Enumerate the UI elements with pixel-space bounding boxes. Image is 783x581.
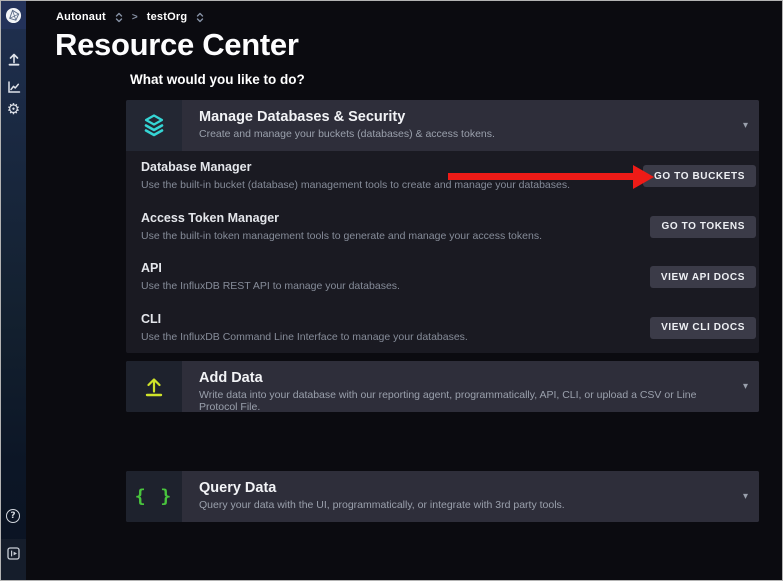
go-to-buckets-button[interactable]: GO TO BUCKETS [643, 165, 756, 187]
app-window: ⚙ ? Autonaut > testOrg R [0, 0, 783, 581]
panel-manage-icon-cell [126, 100, 182, 151]
influxdb-logo-icon [5, 7, 22, 24]
layers-icon [141, 113, 167, 138]
page-title: Resource Center [55, 27, 299, 63]
graph-icon [7, 80, 21, 94]
expand-sidebar-icon [7, 547, 20, 560]
panel-add-data-icon-cell [126, 361, 182, 412]
influxdb-logo[interactable] [1, 1, 26, 29]
upload-data-icon [143, 376, 165, 398]
sidebar-item-settings[interactable]: ⚙ [6, 102, 21, 117]
go-to-tokens-button[interactable]: GO TO TOKENS [650, 216, 756, 238]
breadcrumb: Autonaut > testOrg [56, 9, 204, 25]
panel-query-data[interactable]: { } Query Data Query your data with the … [126, 471, 759, 522]
help-icon: ? [10, 511, 15, 521]
breadcrumb-separator: > [132, 12, 138, 23]
sidebar: ⚙ ? [1, 1, 26, 580]
row-access-token-manager: Access Token Manager Use the built-in to… [126, 202, 759, 253]
expand-sidebar-button[interactable] [7, 547, 20, 560]
view-cli-docs-button[interactable]: VIEW CLI DOCS [650, 317, 756, 339]
gear-icon: ⚙ [7, 102, 20, 117]
braces-icon: { } [135, 486, 174, 507]
panel-title: Manage Databases & Security [199, 109, 729, 125]
sidebar-item-data-explorer[interactable] [6, 79, 21, 94]
chevron-down-icon[interactable]: ▾ [743, 382, 748, 392]
panel-manage-databases-header[interactable]: Manage Databases & Security Create and m… [126, 100, 759, 151]
panel-manage-header-text: Manage Databases & Security Create and m… [182, 100, 759, 151]
panel-title: Query Data [199, 480, 729, 496]
row-cli: CLI Use the InfluxDB Command Line Interf… [126, 303, 759, 354]
panel-description: Query your data with the UI, programmati… [199, 499, 729, 511]
account-dropdown-caret-icon[interactable] [115, 12, 123, 23]
panel-add-data[interactable]: Add Data Write data into your database w… [126, 361, 759, 412]
upload-icon [7, 52, 21, 66]
panel-query-data-icon-cell: { } [126, 471, 182, 522]
panel-description: Write data into your database with our r… [199, 389, 729, 412]
panel-title: Add Data [199, 370, 729, 386]
view-api-docs-button[interactable]: VIEW API DOCS [650, 266, 756, 288]
row-database-manager: Database Manager Use the built-in bucket… [126, 151, 759, 202]
panel-description: Create and manage your buckets (database… [199, 128, 729, 140]
help-button[interactable]: ? [6, 509, 20, 523]
panel-manage-databases: Manage Databases & Security Create and m… [126, 100, 759, 353]
sidebar-item-load-data[interactable] [6, 51, 21, 66]
panel-add-data-header-text: Add Data Write data into your database w… [182, 361, 759, 412]
chevron-down-icon[interactable]: ▾ [743, 121, 748, 131]
breadcrumb-org[interactable]: testOrg [147, 11, 188, 23]
org-dropdown-caret-icon[interactable] [196, 12, 204, 23]
chevron-down-icon[interactable]: ▾ [743, 492, 748, 502]
panel-manage-rows: Database Manager Use the built-in bucket… [126, 151, 759, 353]
breadcrumb-account[interactable]: Autonaut [56, 11, 106, 23]
row-api: API Use the InfluxDB REST API to manage … [126, 252, 759, 303]
page-prompt: What would you like to do? [130, 72, 305, 87]
panel-query-data-header-text: Query Data Query your data with the UI, … [182, 471, 759, 522]
